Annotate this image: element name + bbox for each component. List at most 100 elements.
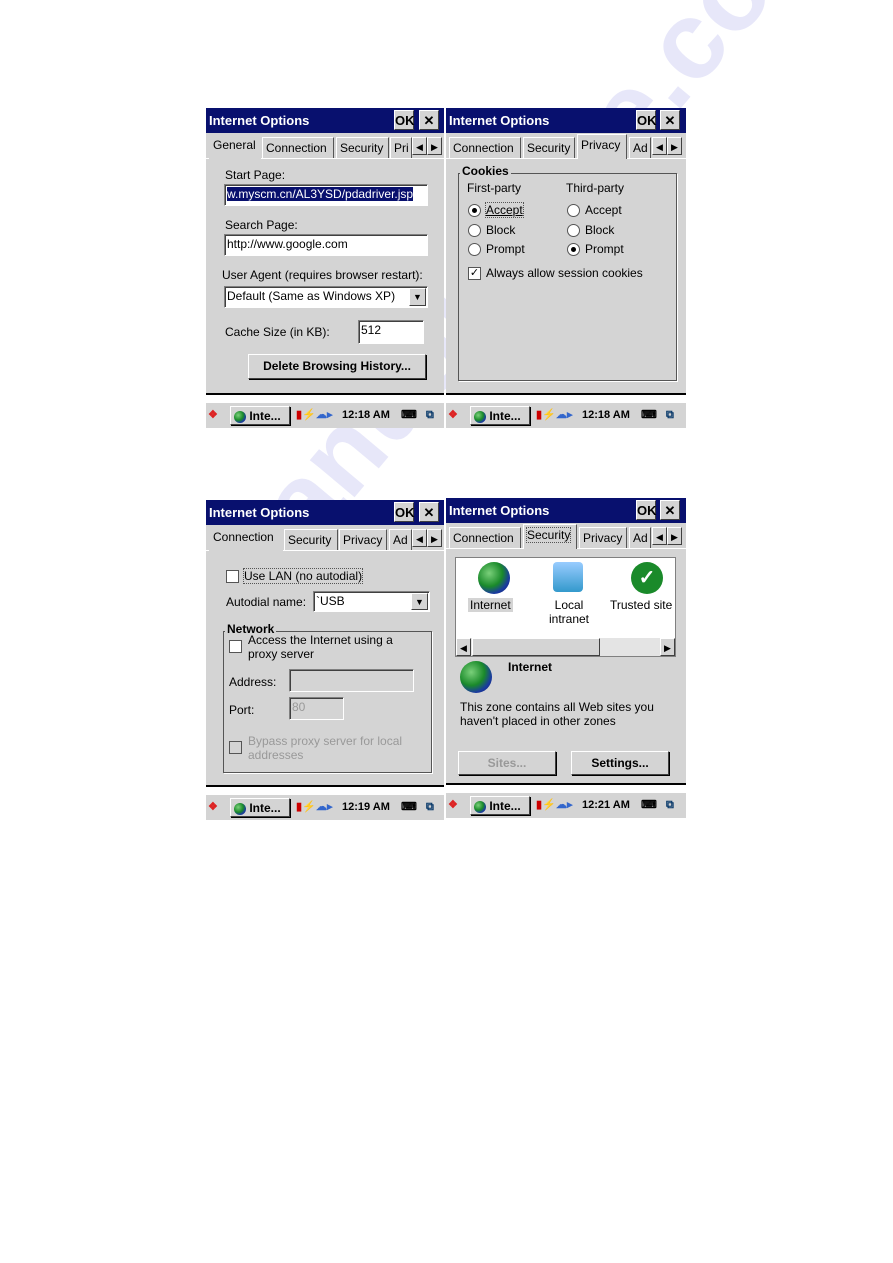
- tab-security[interactable]: Security: [523, 524, 577, 549]
- task-button[interactable]: Inte...: [470, 796, 530, 815]
- first-party-accept-radio[interactable]: [468, 204, 481, 217]
- use-lan-label[interactable]: Use LAN (no autodial): [242, 568, 364, 584]
- chevron-down-icon[interactable]: ▼: [411, 593, 428, 610]
- chevron-down-icon[interactable]: ▼: [409, 288, 426, 306]
- sites-button[interactable]: Sites...: [458, 751, 556, 775]
- clock[interactable]: 12:18 AM: [582, 406, 630, 425]
- start-page-input[interactable]: w.myscm.cn/AL3YSD/pdadriver.jsp: [224, 184, 428, 206]
- close-button[interactable]: ✕: [660, 500, 680, 520]
- start-icon[interactable]: ❖: [448, 796, 458, 815]
- tab-connection[interactable]: Connection: [449, 137, 521, 158]
- first-party-block-label[interactable]: Block: [486, 223, 515, 237]
- third-party-block-radio[interactable]: [567, 224, 580, 237]
- keyboard-icon[interactable]: ⌨: [641, 796, 657, 815]
- first-party-prompt-label[interactable]: Prompt: [486, 242, 525, 256]
- tab-connection[interactable]: Connection: [209, 526, 283, 551]
- network-icon[interactable]: ☁▸: [556, 406, 573, 425]
- battery-icon[interactable]: ▮⚡: [536, 796, 556, 815]
- tab-connection[interactable]: Connection: [262, 137, 334, 158]
- port-input[interactable]: 80: [289, 697, 344, 720]
- tab-advanced[interactable]: Ad: [629, 137, 651, 158]
- start-icon[interactable]: ❖: [208, 406, 218, 425]
- tab-connection[interactable]: Connection: [449, 527, 521, 548]
- clock[interactable]: 12:21 AM: [582, 796, 630, 815]
- third-party-prompt-label[interactable]: Prompt: [585, 242, 624, 256]
- desktop-icon[interactable]: ⧉: [426, 798, 434, 817]
- tab-privacy[interactable]: Privacy: [579, 527, 627, 548]
- tab-security[interactable]: Security: [336, 137, 389, 158]
- desktop-icon[interactable]: ⧉: [426, 406, 434, 425]
- battery-icon[interactable]: ▮⚡: [296, 798, 316, 817]
- tab-scroll-right-icon[interactable]: ▶: [427, 529, 442, 547]
- tab-security[interactable]: Security: [523, 137, 575, 158]
- cache-size-input[interactable]: 512: [358, 320, 424, 344]
- ok-button[interactable]: OK: [636, 500, 657, 520]
- task-button[interactable]: Inte...: [470, 406, 530, 425]
- task-button[interactable]: Inte...: [230, 406, 290, 425]
- proxy-checkbox[interactable]: [229, 640, 242, 653]
- close-button[interactable]: ✕: [419, 502, 439, 522]
- third-party-block-label[interactable]: Block: [585, 223, 614, 237]
- trusted-sites-icon[interactable]: ✓: [631, 562, 663, 594]
- third-party-accept-radio[interactable]: [567, 204, 580, 217]
- address-input[interactable]: [289, 669, 414, 692]
- internet-zone-icon[interactable]: [478, 562, 510, 594]
- delete-history-button[interactable]: Delete Browsing History...: [248, 354, 426, 379]
- zones-list[interactable]: Internet Local intranet ✓ Trusted site ◀…: [455, 557, 676, 657]
- scroll-right-icon[interactable]: ▶: [660, 638, 675, 656]
- ok-button[interactable]: OK: [394, 502, 415, 522]
- ok-button[interactable]: OK: [394, 110, 415, 130]
- tab-scroll-right-icon[interactable]: ▶: [427, 137, 442, 155]
- keyboard-icon[interactable]: ⌨: [641, 406, 657, 425]
- local-intranet-icon[interactable]: [553, 562, 583, 592]
- first-party-prompt-radio[interactable]: [468, 243, 481, 256]
- battery-icon[interactable]: ▮⚡: [296, 406, 316, 425]
- bypass-checkbox[interactable]: [229, 741, 242, 754]
- start-icon[interactable]: ❖: [448, 406, 458, 425]
- scrollbar-thumb[interactable]: [472, 638, 600, 656]
- proxy-label[interactable]: Access the Internet using a proxy server: [248, 633, 418, 661]
- session-cookies-label[interactable]: Always allow session cookies: [486, 266, 643, 280]
- ok-button[interactable]: OK: [636, 110, 657, 130]
- tab-advanced[interactable]: Ad: [629, 527, 651, 548]
- tab-scroll-left-icon[interactable]: ◀: [412, 529, 427, 547]
- clock[interactable]: 12:18 AM: [342, 406, 390, 425]
- network-icon[interactable]: ☁▸: [556, 796, 573, 815]
- first-party-block-radio[interactable]: [468, 224, 481, 237]
- bypass-label[interactable]: Bypass proxy server for local addresses: [248, 734, 418, 762]
- clock[interactable]: 12:19 AM: [342, 798, 390, 817]
- close-button[interactable]: ✕: [419, 110, 439, 130]
- desktop-icon[interactable]: ⧉: [666, 796, 674, 815]
- battery-icon[interactable]: ▮⚡: [536, 406, 556, 425]
- tab-security[interactable]: Security: [284, 529, 338, 550]
- third-party-accept-label[interactable]: Accept: [585, 203, 622, 217]
- zone-internet[interactable]: Internet: [468, 598, 513, 612]
- use-lan-checkbox[interactable]: [226, 570, 239, 583]
- zone-local-intranet[interactable]: Local intranet: [544, 598, 594, 626]
- network-icon[interactable]: ☁▸: [316, 798, 333, 817]
- tab-scroll-left-icon[interactable]: ◀: [652, 527, 667, 545]
- first-party-accept-label[interactable]: Accept: [485, 202, 524, 218]
- desktop-icon[interactable]: ⧉: [666, 406, 674, 425]
- keyboard-icon[interactable]: ⌨: [401, 406, 417, 425]
- third-party-prompt-radio[interactable]: [567, 243, 580, 256]
- tab-privacy[interactable]: Pri: [390, 137, 412, 158]
- session-cookies-checkbox[interactable]: ✓: [468, 267, 481, 280]
- user-agent-select[interactable]: Default (Same as Windows XP) ▼: [224, 286, 428, 308]
- task-button[interactable]: Inte...: [230, 798, 290, 817]
- autodial-select[interactable]: `USB ▼: [313, 591, 430, 612]
- search-page-input[interactable]: http://www.google.com: [224, 234, 428, 256]
- tab-scroll-right-icon[interactable]: ▶: [667, 137, 682, 155]
- settings-button[interactable]: Settings...: [571, 751, 669, 775]
- scroll-left-icon[interactable]: ◀: [456, 638, 471, 656]
- tab-privacy[interactable]: Privacy: [577, 134, 627, 159]
- start-icon[interactable]: ❖: [208, 798, 218, 817]
- close-button[interactable]: ✕: [660, 110, 680, 130]
- keyboard-icon[interactable]: ⌨: [401, 798, 417, 817]
- tab-scroll-right-icon[interactable]: ▶: [667, 527, 682, 545]
- tab-advanced[interactable]: Ad: [389, 529, 412, 550]
- zone-trusted-sites[interactable]: Trusted site: [610, 598, 672, 612]
- tab-scroll-left-icon[interactable]: ◀: [652, 137, 667, 155]
- tab-scroll-left-icon[interactable]: ◀: [412, 137, 427, 155]
- network-icon[interactable]: ☁▸: [316, 406, 333, 425]
